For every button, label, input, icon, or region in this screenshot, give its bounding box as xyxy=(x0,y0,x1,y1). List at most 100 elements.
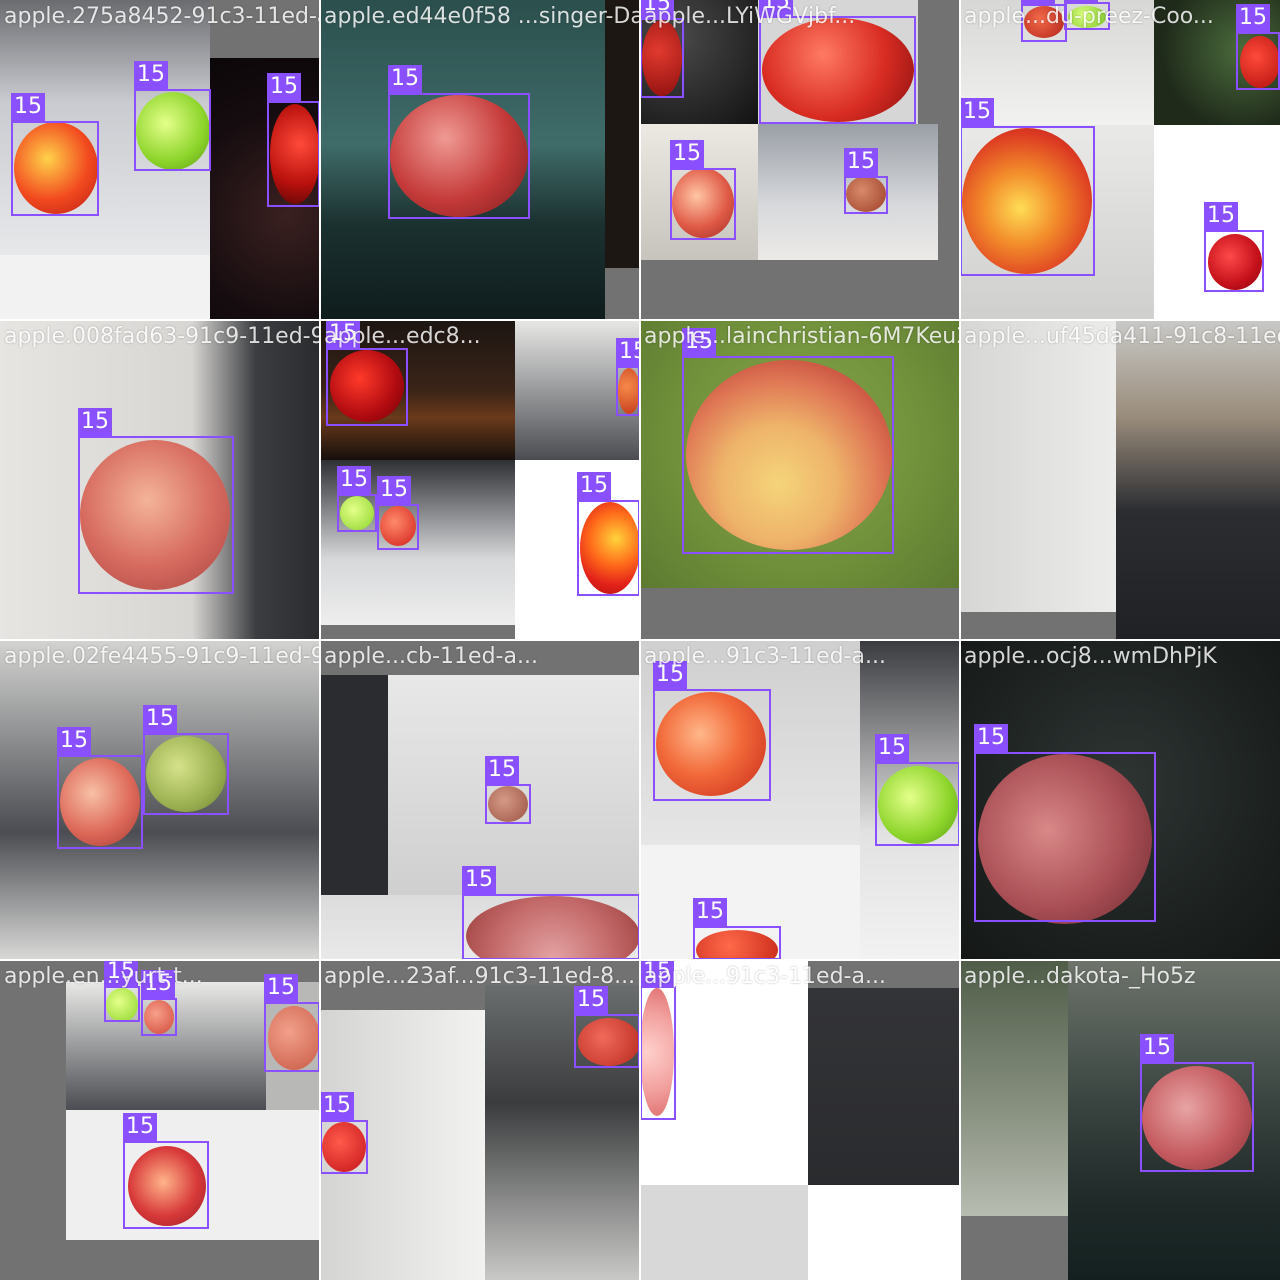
image-filename: apple...91c3-11ed-a... xyxy=(644,644,886,669)
tile-0: 15 15 15 apple.275a8452-91c3-11ed-a00e-9… xyxy=(0,0,320,320)
class-label: 15 xyxy=(462,866,496,894)
detection-box: 15 xyxy=(1204,202,1264,292)
detection-box: 15 xyxy=(264,974,320,1072)
detection-box: 15 xyxy=(11,93,99,216)
detection-box: 15 xyxy=(123,1113,209,1229)
detection-box: 15 xyxy=(682,328,894,554)
image-filename: apple.275a8452-91c3-11ed-a00e-988d46ef58 xyxy=(4,4,320,29)
photo-fragment xyxy=(960,320,1116,612)
photo-fragment xyxy=(808,1185,960,1280)
class-label: 15 xyxy=(577,472,611,500)
detection-box: 15 xyxy=(640,960,676,1120)
image-filename: apple...91c3-11ed-a... xyxy=(644,964,886,989)
detection-box: 15 xyxy=(320,1092,368,1174)
class-label: 15 xyxy=(844,148,878,176)
class-label: 15 xyxy=(875,734,909,762)
tile-1: 15 apple.ed44e0f58 ...singer-DapP... xyxy=(320,0,640,320)
image-filename: apple...dakota-_Ho5z xyxy=(964,964,1196,989)
detection-box: 15 xyxy=(267,73,320,207)
photo-fragment xyxy=(605,0,640,268)
detection-box: 15 xyxy=(485,756,531,824)
detection-box: 15 xyxy=(875,734,960,846)
image-filename: apple...du-preez-Coo... xyxy=(964,4,1214,29)
tile-4: 15 apple.008fad63-91c9-11ed-9... xyxy=(0,320,320,640)
tile-3: 15 15 15 15 15 apple...du-preez-Coo... xyxy=(960,0,1280,320)
photo-fragment xyxy=(320,675,388,895)
photo-fragment xyxy=(808,988,960,1185)
class-label: 15 xyxy=(134,61,168,89)
tile-8: 15 15 apple.02fe4455-91c9-11ed-9... xyxy=(0,640,320,960)
image-filename: apple...cb-11ed-a... xyxy=(324,644,538,669)
detection-box: 15 xyxy=(693,898,781,960)
tile-2: 15 15 15 15 apple...LYiWGVjbf... xyxy=(640,0,960,320)
detection-box: 15 xyxy=(844,148,888,214)
class-label: 15 xyxy=(670,140,704,168)
photo-fragment xyxy=(0,255,210,320)
detection-box: 15 xyxy=(377,476,419,550)
detection-box: 15 xyxy=(1236,4,1280,90)
tile-10: 15 15 15 apple...91c3-11ed-a... xyxy=(640,640,960,960)
detection-box: 15 xyxy=(141,970,177,1036)
image-filename: apple.ed44e0f58 ...singer-DapP... xyxy=(324,4,640,29)
image-filename: apple...lainchristian-6M7Keu2Ka2Y... xyxy=(644,324,960,349)
image-filename: apple...edc8... xyxy=(324,324,481,349)
class-label: 15 xyxy=(485,756,519,784)
grid-divider xyxy=(0,639,1280,641)
image-filename: apple...uf45da411-91c8-11ed-9... xyxy=(964,324,1280,349)
detection-box: 15 xyxy=(462,866,640,960)
class-label: 15 xyxy=(1236,4,1270,32)
class-label: 15 xyxy=(267,73,301,101)
detection-box: 15 xyxy=(759,0,916,124)
detection-box: 15 xyxy=(653,661,771,801)
class-label: 15 xyxy=(320,1092,354,1120)
image-filename: apple...ocj8...wmDhPjK xyxy=(964,644,1217,669)
class-label: 15 xyxy=(143,705,177,733)
class-label: 15 xyxy=(974,724,1008,752)
class-label: 15 xyxy=(1140,1034,1174,1062)
tile-5: 15 15 15 15 15 apple...edc8... xyxy=(320,320,640,640)
tile-9: 15 15 apple...cb-11ed-a... xyxy=(320,640,640,960)
tile-12: 15 15 15 15 apple.en...yurt-t... xyxy=(0,960,320,1280)
detection-box: 15 xyxy=(388,65,530,219)
detection-box: 15 xyxy=(134,61,211,171)
image-filename: apple...LYiWGVjbf... xyxy=(644,4,856,29)
class-label: 15 xyxy=(377,476,411,504)
class-label: 15 xyxy=(1204,202,1238,230)
detection-box: 15 xyxy=(326,320,408,426)
photo-fragment xyxy=(1116,320,1280,640)
grid-divider xyxy=(0,319,1280,321)
image-filename: apple.008fad63-91c9-11ed-9... xyxy=(4,324,320,349)
tile-14: 15 apple...91c3-11ed-a... xyxy=(640,960,960,1280)
image-filename: apple...23af...91c3-11ed-8... xyxy=(324,964,636,989)
detection-box: 15 xyxy=(960,98,1095,276)
detection-box: 15 xyxy=(577,472,640,596)
class-label: 15 xyxy=(337,466,371,494)
detection-box: 15 xyxy=(974,724,1156,922)
photo-fragment xyxy=(640,1185,808,1280)
class-label: 15 xyxy=(264,974,298,1002)
tile-15: 15 apple...dakota-_Ho5z xyxy=(960,960,1280,1280)
detection-box: 15 xyxy=(143,705,229,815)
image-filename: apple.02fe4455-91c9-11ed-9... xyxy=(4,644,320,669)
detection-box: 15 xyxy=(574,986,640,1068)
tile-7: apple...uf45da411-91c8-11ed-9... xyxy=(960,320,1280,640)
class-label: 15 xyxy=(123,1113,157,1141)
detection-box: 15 xyxy=(78,408,234,594)
photo-fragment xyxy=(960,960,1068,1216)
grid-divider xyxy=(0,959,1280,961)
mosaic-grid: 15 15 15 apple.275a8452-91c3-11ed-a00e-9… xyxy=(0,0,1280,1280)
detection-box: 15 xyxy=(616,338,640,416)
class-label: 15 xyxy=(693,898,727,926)
detection-box: 15 xyxy=(1140,1034,1254,1172)
image-filename: apple.en...yurt-t... xyxy=(4,964,203,989)
class-label: 15 xyxy=(616,338,640,366)
tile-13: 15 15 apple...23af...91c3-11ed-8... xyxy=(320,960,640,1280)
class-label: 15 xyxy=(388,65,422,93)
detection-box: 15 xyxy=(337,466,377,532)
class-label: 15 xyxy=(57,727,91,755)
detection-box: 15 xyxy=(57,727,143,849)
tile-6: 15 apple...lainchristian-6M7Keu2Ka2Y... xyxy=(640,320,960,640)
class-label: 15 xyxy=(78,408,112,436)
tile-11: 15 apple...ocj8...wmDhPjK xyxy=(960,640,1280,960)
detection-box: 15 xyxy=(670,140,736,240)
